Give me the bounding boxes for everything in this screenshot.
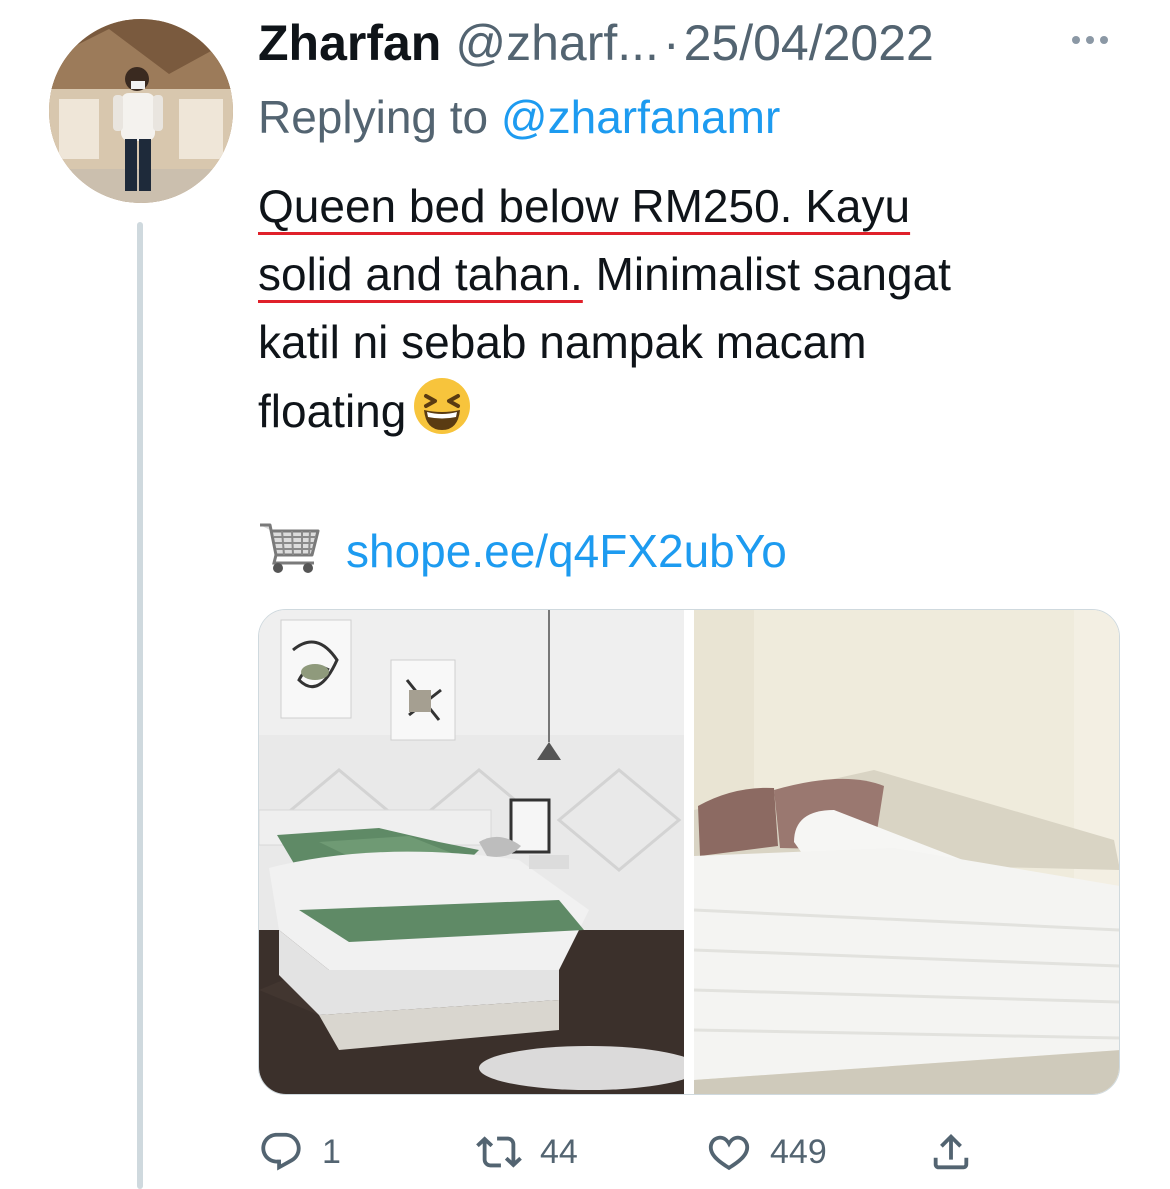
reply-icon	[258, 1129, 304, 1175]
like-button[interactable]: 449	[706, 1124, 827, 1180]
share-icon	[928, 1129, 974, 1175]
thread-connector-line	[137, 222, 143, 1189]
more-options-icon[interactable]	[1072, 36, 1108, 44]
media-grid	[258, 609, 1120, 1095]
bed-photo-white-bedding	[694, 610, 1119, 1094]
bed-photo-green-bedding	[259, 610, 684, 1094]
tweet-text-segment: Minimalist sangat	[582, 248, 951, 300]
author-avatar[interactable]	[49, 19, 233, 203]
shopee-link[interactable]: shope.ee/q4FX2ubYo	[346, 524, 787, 578]
shopping-cart-icon	[258, 517, 320, 586]
tweet-text-line: solid and tahan. Minimalist sangat	[258, 240, 1118, 308]
avatar-photo	[49, 19, 233, 203]
retweet-icon	[476, 1129, 522, 1175]
heart-icon	[706, 1129, 752, 1175]
grinning-squinting-face-icon	[412, 376, 472, 454]
retweet-button[interactable]: 44	[476, 1124, 578, 1180]
tweet-actions: 1 44 449	[258, 1124, 1118, 1180]
tweet-text-line: floating	[258, 376, 1118, 454]
replying-to-line: Replying to @zharfanamr	[258, 90, 780, 144]
tweet-text-segment: solid and tahan.	[258, 248, 583, 300]
tweet-date[interactable]: 25/04/2022	[684, 14, 934, 72]
tweet-text-line: katil ni sebab nampak macam	[258, 308, 1118, 376]
retweet-count: 44	[540, 1132, 578, 1171]
tweet-header: Zharfan @zharf... · 25/04/2022	[258, 14, 934, 74]
link-row: shope.ee/q4FX2ubYo	[258, 520, 787, 582]
reply-count: 1	[322, 1132, 341, 1171]
tweet-text-segment: Queen bed below RM250. Kayu	[258, 180, 911, 232]
tweet-text-line: Queen bed below RM250. Kayu	[258, 172, 1118, 240]
like-count: 449	[770, 1132, 827, 1171]
media-photo-1[interactable]	[259, 610, 684, 1094]
replying-prefix: Replying to	[258, 91, 489, 143]
tweet-text: Queen bed below RM250. Kayu solid and ta…	[258, 172, 1118, 454]
media-photo-2[interactable]	[694, 610, 1119, 1094]
reply-button[interactable]: 1	[258, 1124, 341, 1180]
share-button[interactable]	[928, 1124, 974, 1180]
tweet-text-segment: katil ni sebab nampak macam	[258, 316, 867, 368]
tweet-text-segment: floating	[258, 385, 407, 438]
author-handle[interactable]: @zharf...	[455, 14, 659, 72]
replying-mention-link[interactable]: @zharfanamr	[501, 91, 780, 143]
header-separator: ·	[662, 15, 680, 71]
author-name[interactable]: Zharfan	[258, 14, 441, 72]
